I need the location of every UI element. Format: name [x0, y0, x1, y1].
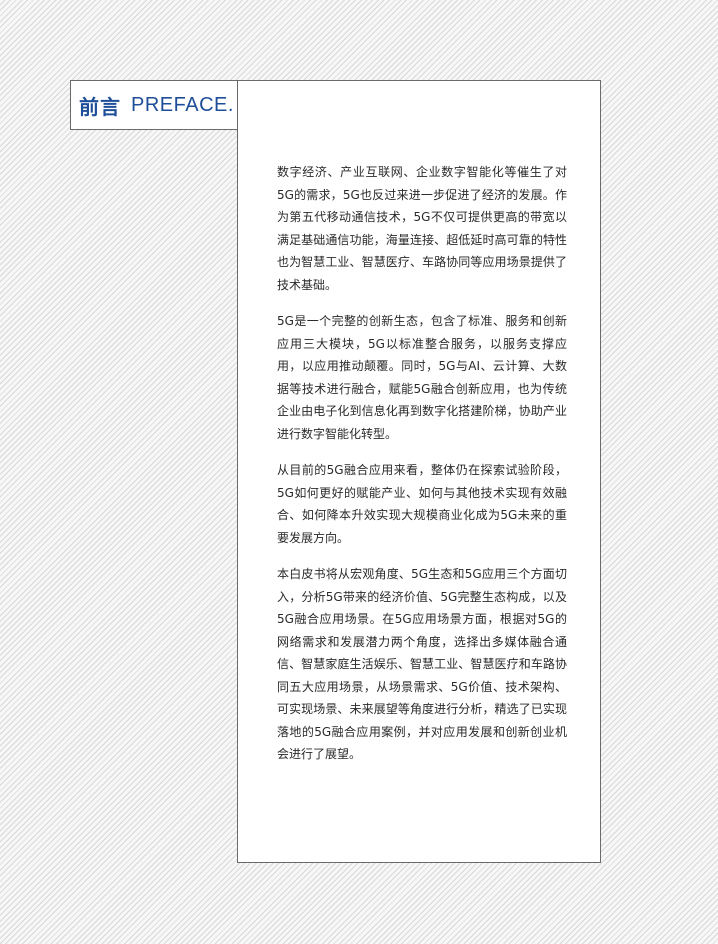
preface-text: 数字经济、产业互联网、企业数字智能化等催生了对5G的需求，5G也反过来进一步促进… [277, 161, 567, 780]
page-title-cn: 前言 [79, 94, 121, 119]
paragraph-4: 本白皮书将从宏观角度、5G生态和5G应用三个方面切入，分析5G带来的经济价值、5… [277, 567, 567, 761]
page-title-box: 前言 PREFACE. [70, 80, 238, 130]
paragraph-3: 从目前的5G融合应用来看，整体仍在探索试验阶段，5G如何更好的赋能产业、如何与其… [277, 463, 567, 545]
page-title-en: PREFACE. [131, 93, 234, 116]
paragraph-2: 5G是一个完整的创新生态，包含了标准、服务和创新应用三大模块，5G以标准整合服务… [277, 314, 567, 441]
paragraph-1: 数字经济、产业互联网、企业数字智能化等催生了对5G的需求，5G也反过来进一步促进… [277, 165, 567, 292]
content-panel: 数字经济、产业互联网、企业数字智能化等催生了对5G的需求，5G也反过来进一步促进… [237, 80, 601, 863]
